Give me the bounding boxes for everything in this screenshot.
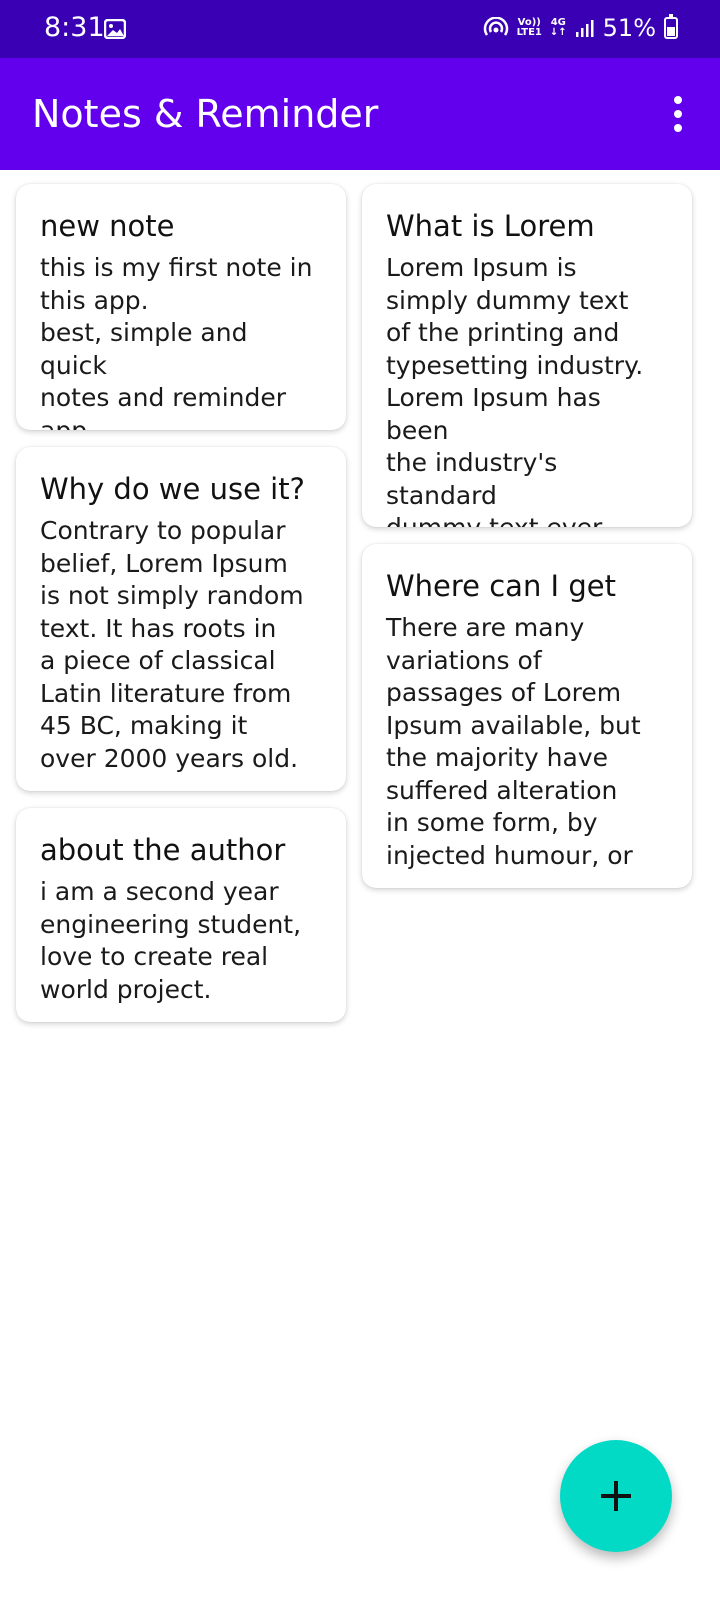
note-body: There are many variations of passages of… [386, 613, 641, 870]
plus-icon [601, 1481, 631, 1511]
network-type-indicator: 4G ↓↑ [550, 18, 567, 38]
note-body: Contrary to popular belief, Lorem Ipsum … [40, 516, 304, 773]
app-bar: Notes & Reminder [0, 58, 720, 170]
signal-icon [575, 20, 594, 37]
battery-icon [664, 14, 678, 39]
note-title: What is Lorem [386, 209, 595, 243]
note-card[interactable]: Where can I get There are many variation… [362, 544, 692, 888]
note-body: i am a second year engineering student, … [40, 877, 302, 1004]
battery-percentage: 51% [602, 14, 656, 42]
app-title: Notes & Reminder [32, 92, 379, 136]
note-body: this is my first note in this app. best,… [40, 253, 313, 430]
status-time: 8:31 [44, 12, 105, 43]
note-body: Lorem Ipsum is simply dummy text of the … [386, 253, 644, 527]
note-title: about the author [40, 833, 286, 867]
note-card[interactable]: new note this is my first note in this a… [16, 184, 346, 430]
note-card[interactable]: Why do we use it? Contrary to popular be… [16, 447, 346, 791]
gallery-notification-icon [104, 19, 126, 39]
note-title: Why do we use it? [40, 472, 305, 506]
note-title: new note [40, 209, 175, 243]
hotspot-icon [483, 17, 508, 36]
lte-label: LTE1 [516, 27, 542, 38]
status-bar: 8:31 Vo)) LTE1 4G ↓↑ 51% [0, 0, 720, 58]
data-arrows-icon: ↓↑ [549, 27, 567, 38]
status-indicators: Vo)) LTE1 4G ↓↑ 51% [483, 14, 678, 42]
note-title: Where can I get [386, 569, 616, 603]
note-card[interactable]: What is Lorem Lorem Ipsum is simply dumm… [362, 184, 692, 527]
note-card[interactable]: about the author i am a second year engi… [16, 808, 346, 1022]
add-note-button[interactable] [560, 1440, 672, 1552]
volte-indicator: Vo)) LTE1 [517, 18, 542, 38]
more-vert-icon[interactable] [672, 96, 684, 132]
